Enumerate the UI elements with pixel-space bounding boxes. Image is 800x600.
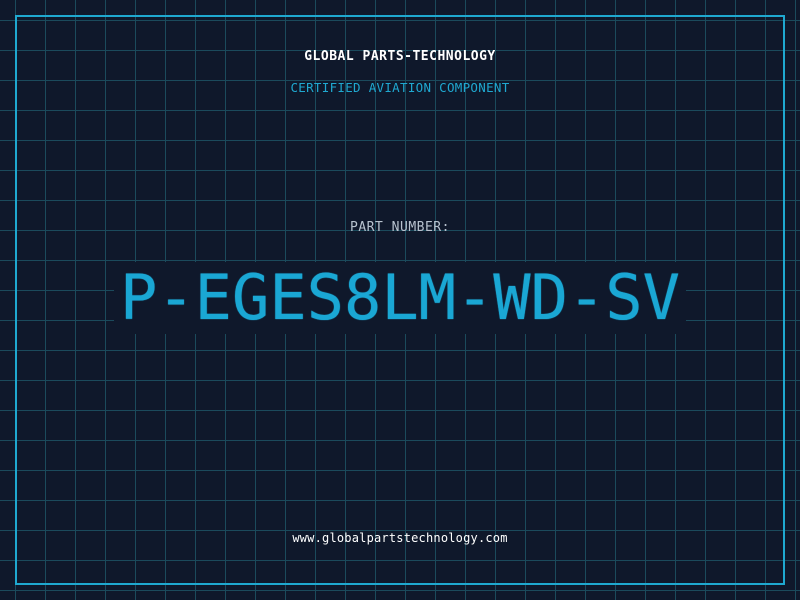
certification-tagline: CERTIFIED AVIATION COMPONENT (290, 80, 510, 95)
website-url: www.globalpartstechnology.com (292, 531, 508, 545)
part-number-value: P-EGES8LM-WD-SV (114, 262, 686, 334)
part-number-container: P-EGES8LM-WD-SV (0, 262, 800, 334)
company-name: GLOBAL PARTS-TECHNOLOGY (304, 49, 496, 64)
part-number-label: PART NUMBER: (350, 220, 450, 235)
